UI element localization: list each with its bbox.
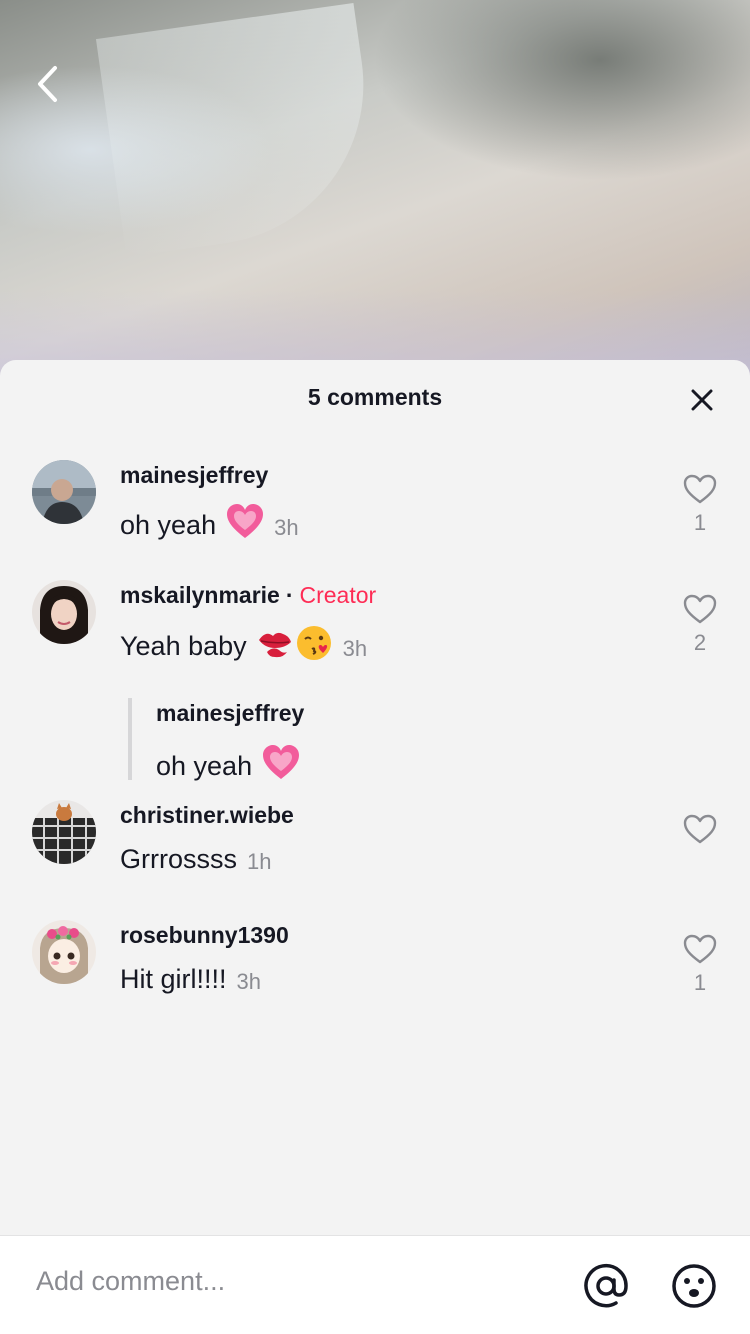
video-background: [0, 0, 750, 380]
comment-input-bar: Add comment...: [0, 1235, 750, 1334]
comment-text: Yeah baby: [120, 631, 247, 661]
quoted-text: oh yeah: [156, 751, 253, 781]
growing-heart-emoji: [226, 504, 264, 547]
comment-item[interactable]: mskailynmarie · Creator Yeah baby 3h 2 m…: [0, 580, 750, 781]
sheet-header: 5 comments: [0, 360, 750, 440]
comment-item[interactable]: mainesjeffrey oh yeah 3h 1: [0, 460, 750, 560]
add-comment-input[interactable]: Add comment...: [36, 1266, 225, 1297]
like-count: 1: [693, 970, 707, 995]
close-icon: [691, 389, 713, 411]
emoji-button[interactable]: [670, 1262, 718, 1310]
comment-username-row: mskailynmarie · Creator: [120, 582, 376, 609]
comment-text-row: Yeah baby 3h: [120, 624, 367, 669]
growing-heart-emoji: [262, 745, 300, 788]
comment-text: Hit girl!!!!: [120, 964, 227, 994]
like-count: 2: [693, 630, 707, 655]
avatar[interactable]: [32, 920, 96, 984]
creator-separator: ·: [285, 582, 294, 608]
heart-outline-icon: [683, 594, 717, 624]
comment-username[interactable]: christiner.wiebe: [120, 802, 294, 829]
comment-text-row: Hit girl!!!! 3h: [120, 964, 261, 995]
comment-time: 1h: [247, 848, 272, 874]
comment-item[interactable]: christiner.wiebe Grrrossss 1h: [0, 800, 750, 900]
back-button[interactable]: [28, 60, 68, 108]
comments-screen: 5 comments mainesjeffrey oh yeah 3h 1 ms…: [0, 0, 750, 1334]
comment-time: 3h: [236, 968, 261, 994]
comment-time: 3h: [342, 635, 368, 661]
quoted-text-row: oh yeah: [156, 745, 304, 788]
heart-outline-icon: [683, 474, 717, 504]
kiss-mark-emoji: [257, 626, 293, 667]
comment-text: Grrrossss: [120, 844, 237, 874]
at-sign-icon: [584, 1263, 628, 1308]
comment-text: oh yeah: [120, 510, 217, 540]
avatar[interactable]: [32, 460, 96, 524]
comment-text-row: Grrrossss 1h: [120, 844, 271, 875]
face-blowing-kiss-emoji: [295, 624, 333, 669]
heart-outline-icon: [683, 934, 717, 964]
comment-username[interactable]: mskailynmarie: [120, 582, 280, 608]
close-button[interactable]: [684, 382, 720, 418]
creator-badge: Creator: [299, 582, 377, 608]
comment-time: 3h: [274, 514, 299, 540]
like-button[interactable]: 1: [680, 474, 720, 536]
like-count: 1: [693, 510, 707, 535]
smiley-face-icon: [672, 1264, 716, 1308]
comment-username[interactable]: rosebunny1390: [120, 922, 289, 949]
quoted-reply: mainesjeffrey oh yeah: [128, 698, 304, 781]
comment-username[interactable]: mainesjeffrey: [120, 462, 268, 489]
quoted-username[interactable]: mainesjeffrey: [156, 700, 304, 727]
avatar[interactable]: [32, 580, 96, 644]
comment-text-row: oh yeah 3h: [120, 504, 299, 547]
mention-button[interactable]: [582, 1262, 630, 1310]
heart-outline-icon: [683, 814, 717, 844]
comments-sheet: 5 comments mainesjeffrey oh yeah 3h 1 ms…: [0, 360, 750, 1334]
like-button[interactable]: 2: [680, 594, 720, 656]
comments-count-title: 5 comments: [307, 384, 443, 410]
comment-item[interactable]: rosebunny1390 Hit girl!!!! 3h 1: [0, 920, 750, 1020]
like-button[interactable]: 1: [680, 934, 720, 996]
avatar[interactable]: [32, 800, 96, 864]
chevron-left-icon: [38, 66, 57, 102]
like-button[interactable]: [680, 814, 720, 850]
